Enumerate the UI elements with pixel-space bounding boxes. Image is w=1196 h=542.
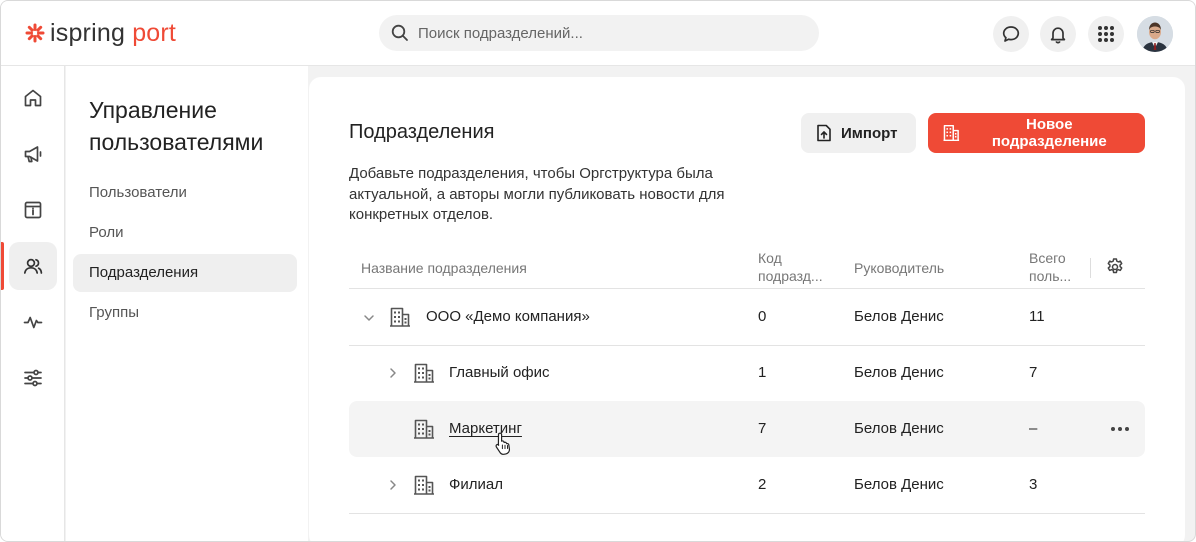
rail-board[interactable] [9, 186, 57, 234]
import-button-label: Импорт [841, 124, 898, 142]
column-header-code[interactable]: Код подразд... [758, 249, 828, 285]
building-icon [414, 363, 434, 383]
header-divider [1090, 258, 1091, 278]
table-row[interactable]: ООО «Демо компания» 0 Белов Денис 11 [349, 289, 1145, 345]
department-total: 3 [1029, 476, 1038, 493]
table-row[interactable]: Главный офис 1 Белов Денис 7 [349, 345, 1145, 401]
chat-icon [1002, 26, 1020, 42]
logo[interactable]: ispring port [25, 19, 176, 47]
import-button[interactable]: Импорт [801, 113, 916, 153]
department-manager: Белов Денис [854, 364, 944, 381]
gear-icon[interactable] [1105, 257, 1125, 277]
department-code: 1 [758, 364, 767, 381]
info-board-icon [24, 201, 42, 219]
table-row[interactable]: Филиал 2 Белов Денис 3 [349, 457, 1145, 513]
chat-button[interactable] [993, 16, 1029, 52]
department-code: 7 [758, 420, 767, 437]
chevron-right-icon[interactable] [386, 478, 400, 492]
department-name[interactable]: ООО «Демо компания» [426, 289, 590, 345]
rail-active-marker [1, 242, 4, 290]
logo-burst-icon [25, 23, 45, 43]
department-code: 2 [758, 476, 767, 493]
department-name[interactable]: Главный офис [449, 345, 550, 401]
hand-cursor-icon [495, 432, 511, 455]
departments-card: Подразделения Добавьте подразделения, чт… [309, 77, 1185, 541]
page-description: Добавьте подразделения, чтобы Оргструкту… [349, 165, 725, 223]
department-total: – [1029, 420, 1038, 437]
settings-sliders-icon [24, 369, 42, 387]
app-window: ispring port Поиск подразделений... Упра… [0, 0, 1196, 542]
users-icon [23, 258, 43, 274]
new-department-button-label: Новое подразделение [991, 116, 1107, 150]
home-icon [24, 89, 42, 107]
table-row[interactable]: Маркетинг 7 Белов Денис – [349, 401, 1145, 457]
rail-home[interactable] [9, 74, 57, 122]
department-name[interactable]: Филиал [449, 457, 503, 513]
sub-navigation: Управление пользователями Пользователи Р… [66, 66, 308, 541]
activity-icon [23, 316, 43, 329]
subnav-item-groups[interactable]: Группы [73, 294, 297, 332]
subnav-item-roles[interactable]: Роли [73, 214, 297, 252]
chevron-right-icon[interactable] [386, 366, 400, 380]
megaphone-icon [24, 146, 42, 163]
page-title: Подразделения [349, 121, 495, 143]
building-icon [414, 475, 434, 495]
apps-button[interactable] [1088, 16, 1124, 52]
department-total: 11 [1029, 308, 1045, 325]
user-photo-icon [1137, 16, 1173, 52]
chevron-down-icon[interactable] [362, 311, 376, 325]
left-rail [1, 66, 65, 541]
search-input[interactable] [418, 24, 798, 42]
section-title: Управление пользователями [89, 97, 264, 155]
top-bar: ispring port [1, 1, 1195, 66]
rail-news[interactable] [9, 130, 57, 178]
logo-text: ispring port [50, 19, 177, 47]
new-department-button[interactable]: Новое подразделение [928, 113, 1145, 153]
column-header-name[interactable]: Название подразделения [361, 259, 527, 277]
department-total: 7 [1029, 364, 1038, 381]
notifications-button[interactable] [1040, 16, 1076, 52]
department-manager: Белов Денис [854, 308, 944, 325]
rail-users[interactable] [9, 242, 57, 290]
building-icon [943, 124, 960, 142]
department-manager: Белов Денис [854, 420, 944, 437]
column-header-manager[interactable]: Руководитель [854, 259, 944, 277]
building-icon [390, 307, 410, 327]
column-header-total[interactable]: Всего поль... [1029, 249, 1077, 285]
search-bar[interactable] [379, 15, 819, 51]
search-icon [391, 24, 408, 41]
rail-settings[interactable] [9, 354, 57, 402]
upload-file-icon [817, 124, 831, 142]
subnav-item-users[interactable]: Пользователи [73, 174, 297, 212]
department-manager: Белов Денис [854, 476, 944, 493]
apps-grid-icon [1098, 26, 1114, 42]
more-icon[interactable] [1111, 427, 1129, 431]
row-divider [349, 513, 1145, 514]
department-code: 0 [758, 308, 767, 325]
subnav-item-departments[interactable]: Подразделения [73, 254, 297, 292]
bell-icon [1050, 27, 1066, 44]
rail-activity[interactable] [9, 298, 57, 346]
avatar[interactable] [1137, 16, 1173, 52]
building-icon [414, 419, 434, 439]
